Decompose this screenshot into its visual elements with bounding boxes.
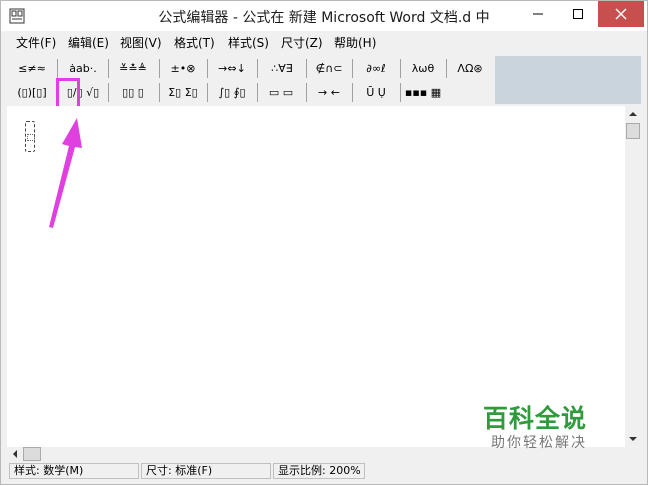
menu-edit[interactable]: 编辑(E)	[68, 34, 109, 51]
symbol-palette: ≤≠≈ ȧab·. ≚≛≜ ±•⊗ →⇔↓ ∴∀∃ ∉∩⊂ ∂∞ℓ λωθ ΛΩ…	[7, 56, 495, 104]
greek-lowercase-button[interactable]: λωθ	[402, 57, 444, 79]
menu-file[interactable]: 文件(F)	[16, 34, 56, 51]
underbar-overbar-templates-button[interactable]: ▭ ▭	[259, 81, 303, 103]
toolbar-separator	[306, 83, 307, 102]
toolbar-area: ≤≠≈ ȧab·. ≚≛≜ ±•⊗ →⇔↓ ∴∀∃ ∉∩⊂ ∂∞ℓ λωθ ΛΩ…	[7, 56, 641, 104]
title-bar[interactable]: 公式编辑器 - 公式在 新建 Microsoft Word 文档.d 中	[1, 1, 647, 31]
menu-format[interactable]: 格式(T)	[174, 34, 215, 51]
integral-templates-button[interactable]: ∫▯ ∮▯	[209, 81, 255, 103]
greek-uppercase-button[interactable]: ΛΩ⊛	[448, 57, 492, 79]
equation-editing-area[interactable]	[7, 106, 625, 447]
toolbar-separator	[446, 59, 447, 78]
arrow-symbols-button[interactable]: →⇔↓	[209, 57, 255, 79]
toolbar-separator	[57, 59, 58, 78]
watermark-title: 百科全说	[483, 404, 588, 433]
menu-bar: 文件(F) 编辑(E) 视图(V) 格式(T) 样式(S) 尺寸(Z) 帮助(H…	[2, 31, 646, 53]
relational-symbols-button[interactable]: ≤≠≈	[9, 57, 55, 79]
watermark: 百科全说 助你轻松解决	[483, 399, 643, 457]
toolbar-separator	[306, 59, 307, 78]
menu-view[interactable]: 视图(V)	[120, 34, 162, 51]
labeled-arrow-templates-button[interactable]: → ←	[308, 81, 350, 103]
status-bar: 样式: 数学(M) 尺寸: 标准(F) 显示比例: 200%	[7, 461, 647, 481]
status-zoom: 显示比例: 200%	[273, 463, 365, 479]
menu-help[interactable]: 帮助(H)	[334, 34, 376, 51]
fraction-placeholder-slot[interactable]	[25, 121, 35, 152]
equation-editor-window: 公式编辑器 - 公式在 新建 Microsoft Word 文档.d 中 文件(…	[0, 0, 648, 485]
toolbar-separator	[159, 59, 160, 78]
toolbar-separator	[108, 83, 109, 102]
toolbar-separator	[207, 59, 208, 78]
toolbar-separator	[257, 83, 258, 102]
scroll-up-arrow-icon[interactable]	[625, 106, 641, 122]
scroll-left-arrow-icon[interactable]	[7, 447, 23, 461]
operator-symbols-button[interactable]: ±•⊗	[162, 57, 204, 79]
toolbar-separator	[352, 59, 353, 78]
subscript-superscript-templates-button[interactable]: ▯▯ ▯	[111, 81, 155, 103]
matrix-templates-button[interactable]: ▪▪▪ ▦	[402, 81, 444, 103]
summation-templates-button[interactable]: Σ▯ Σ▯	[162, 81, 204, 103]
menu-size[interactable]: 尺寸(Z)	[281, 34, 323, 51]
watermark-subtitle: 助你轻松解决	[491, 435, 587, 451]
maximize-icon	[573, 9, 583, 19]
symbol-palette-row: ≤≠≈ ȧab·. ≚≛≜ ±•⊗ →⇔↓ ∴∀∃ ∉∩⊂ ∂∞ℓ λωθ ΛΩ…	[7, 57, 495, 81]
toolbar-separator	[257, 59, 258, 78]
toolbar-separator	[159, 83, 160, 102]
toolbar-separator	[400, 83, 401, 102]
toolbar-separator	[352, 83, 353, 102]
toolbar-separator	[400, 59, 401, 78]
status-size: 尺寸: 标准(F)	[141, 463, 271, 479]
logical-symbols-button[interactable]: ∴∀∃	[259, 57, 305, 79]
toolbar-separator	[108, 59, 109, 78]
vertical-scrollbar[interactable]	[625, 106, 641, 447]
vertical-scroll-thumb[interactable]	[626, 123, 640, 139]
menu-style[interactable]: 样式(S)	[228, 34, 269, 51]
minimize-button[interactable]	[518, 1, 558, 27]
close-icon	[615, 8, 627, 20]
misc-symbols-button[interactable]: ∂∞ℓ	[354, 57, 398, 79]
maximize-button[interactable]	[558, 1, 598, 27]
toolbar-separator	[207, 83, 208, 102]
minimize-icon	[533, 13, 543, 15]
horizontal-scroll-thumb[interactable]	[23, 447, 41, 461]
embellishments-button[interactable]: ≚≛≜	[111, 57, 155, 79]
close-button[interactable]	[598, 1, 644, 27]
fence-templates-button[interactable]: (▯)[▯]	[9, 81, 55, 103]
spaces-ellipses-button[interactable]: ȧab·.	[61, 57, 105, 79]
template-palette-row: (▯)[▯] ▯/▯ √▯ ▯▯ ▯ Σ▯ Σ▯ ∫▯ ∮▯ ▭ ▭ → ← Ū…	[7, 81, 495, 105]
status-style: 样式: 数学(M)	[9, 463, 139, 479]
products-set-templates-button[interactable]: Ū Ụ	[354, 81, 398, 103]
set-theory-symbols-button[interactable]: ∉∩⊂	[308, 57, 350, 79]
